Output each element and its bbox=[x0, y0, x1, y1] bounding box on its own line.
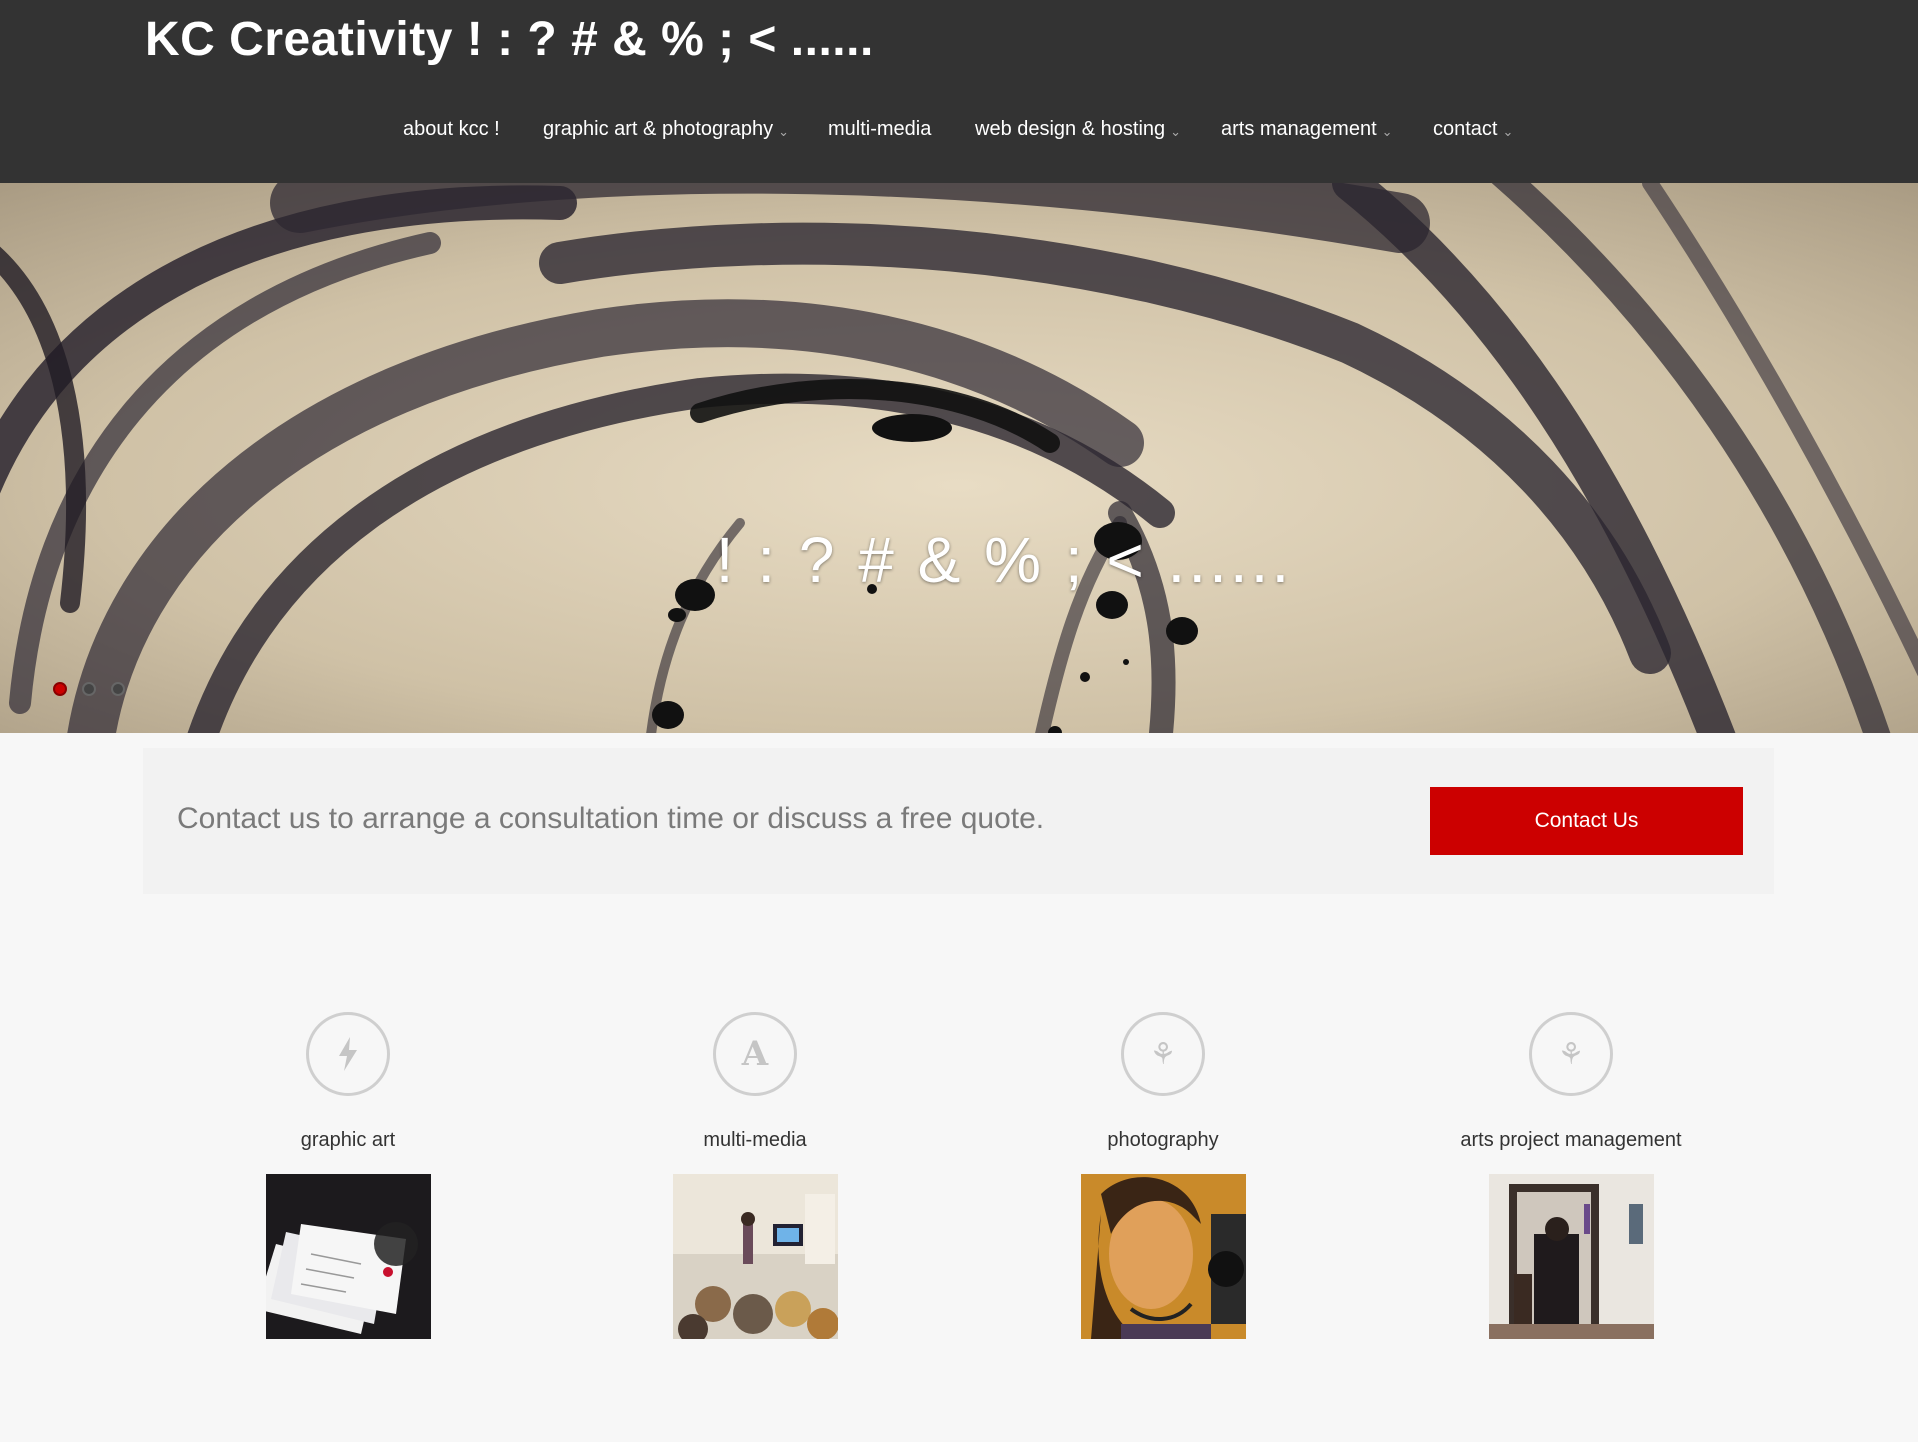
nav-item-graphic-art-photography[interactable]: graphic art & photography ⌄ bbox=[543, 118, 789, 141]
chevron-down-icon: ⌄ bbox=[1170, 124, 1182, 139]
multi-media-thumbnail[interactable] bbox=[672, 1174, 838, 1339]
service-arts-project-management: ⚘ arts project management bbox=[1406, 1012, 1736, 1339]
service-title[interactable]: arts project management bbox=[1406, 1129, 1736, 1152]
service-title[interactable]: multi-media bbox=[590, 1129, 920, 1152]
hero-brush-artwork bbox=[0, 183, 1918, 733]
photography-thumbnail[interactable] bbox=[1080, 1174, 1246, 1339]
nav-item-label: contact bbox=[1433, 118, 1498, 140]
service-multi-media: A multi-media bbox=[590, 1012, 920, 1339]
nav-item-label: web design & hosting bbox=[975, 118, 1166, 140]
nav-item-label: about kcc ! bbox=[403, 118, 500, 140]
nav-item-arts-management[interactable]: arts management ⌄ bbox=[1221, 118, 1393, 141]
cta-text: Contact us to arrange a consultation tim… bbox=[177, 802, 1045, 835]
nav-item-label: multi-media bbox=[828, 118, 932, 140]
contact-us-button[interactable]: Contact Us bbox=[1430, 787, 1743, 855]
hero-slider[interactable]: ! : ? # & % ; < ...... bbox=[0, 183, 1918, 733]
nav-item-label: arts management bbox=[1221, 118, 1377, 140]
contact-cta-box: Contact us to arrange a consultation tim… bbox=[143, 748, 1774, 894]
nav-item-about[interactable]: about kcc ! bbox=[403, 118, 500, 141]
service-title[interactable]: photography bbox=[998, 1129, 1328, 1152]
leaf-icon: ⚘ bbox=[1121, 1012, 1205, 1096]
leaf-glyph: ⚘ bbox=[1149, 1036, 1177, 1072]
service-graphic-art: graphic art bbox=[183, 1012, 513, 1339]
leaf-glyph: ⚘ bbox=[1557, 1036, 1585, 1072]
leaf-icon: ⚘ bbox=[1529, 1012, 1613, 1096]
nav-item-contact[interactable]: contact ⌄ bbox=[1433, 118, 1513, 141]
slide-dot-3[interactable] bbox=[111, 682, 125, 696]
main-nav: about kcc ! graphic art & photography ⌄ m… bbox=[0, 118, 1918, 150]
site-header: KC Creativity ! : ? # & % ; < ...... abo… bbox=[0, 0, 1918, 183]
graphic-art-thumbnail[interactable] bbox=[265, 1174, 431, 1339]
letter-a-icon: A bbox=[713, 1012, 797, 1096]
chevron-down-icon: ⌄ bbox=[778, 124, 790, 139]
nav-item-label: graphic art & photography bbox=[543, 118, 774, 140]
chevron-down-icon: ⌄ bbox=[1381, 124, 1393, 139]
service-title[interactable]: graphic art bbox=[183, 1129, 513, 1152]
chevron-down-icon: ⌄ bbox=[1502, 124, 1514, 139]
slide-dot-2[interactable] bbox=[82, 682, 96, 696]
letter-a-glyph: A bbox=[741, 1034, 769, 1074]
hero-caption: ! : ? # & % ; < ...... bbox=[715, 524, 1293, 596]
site-title[interactable]: KC Creativity ! : ? # & % ; < ...... bbox=[145, 12, 874, 67]
arts-project-management-thumbnail[interactable] bbox=[1488, 1174, 1654, 1339]
nav-item-multi-media[interactable]: multi-media bbox=[828, 118, 931, 141]
nav-item-web-design-hosting[interactable]: web design & hosting ⌄ bbox=[975, 118, 1181, 141]
service-photography: ⚘ photography bbox=[998, 1012, 1328, 1339]
lightning-icon bbox=[306, 1012, 390, 1096]
slide-dot-1[interactable] bbox=[53, 682, 67, 696]
